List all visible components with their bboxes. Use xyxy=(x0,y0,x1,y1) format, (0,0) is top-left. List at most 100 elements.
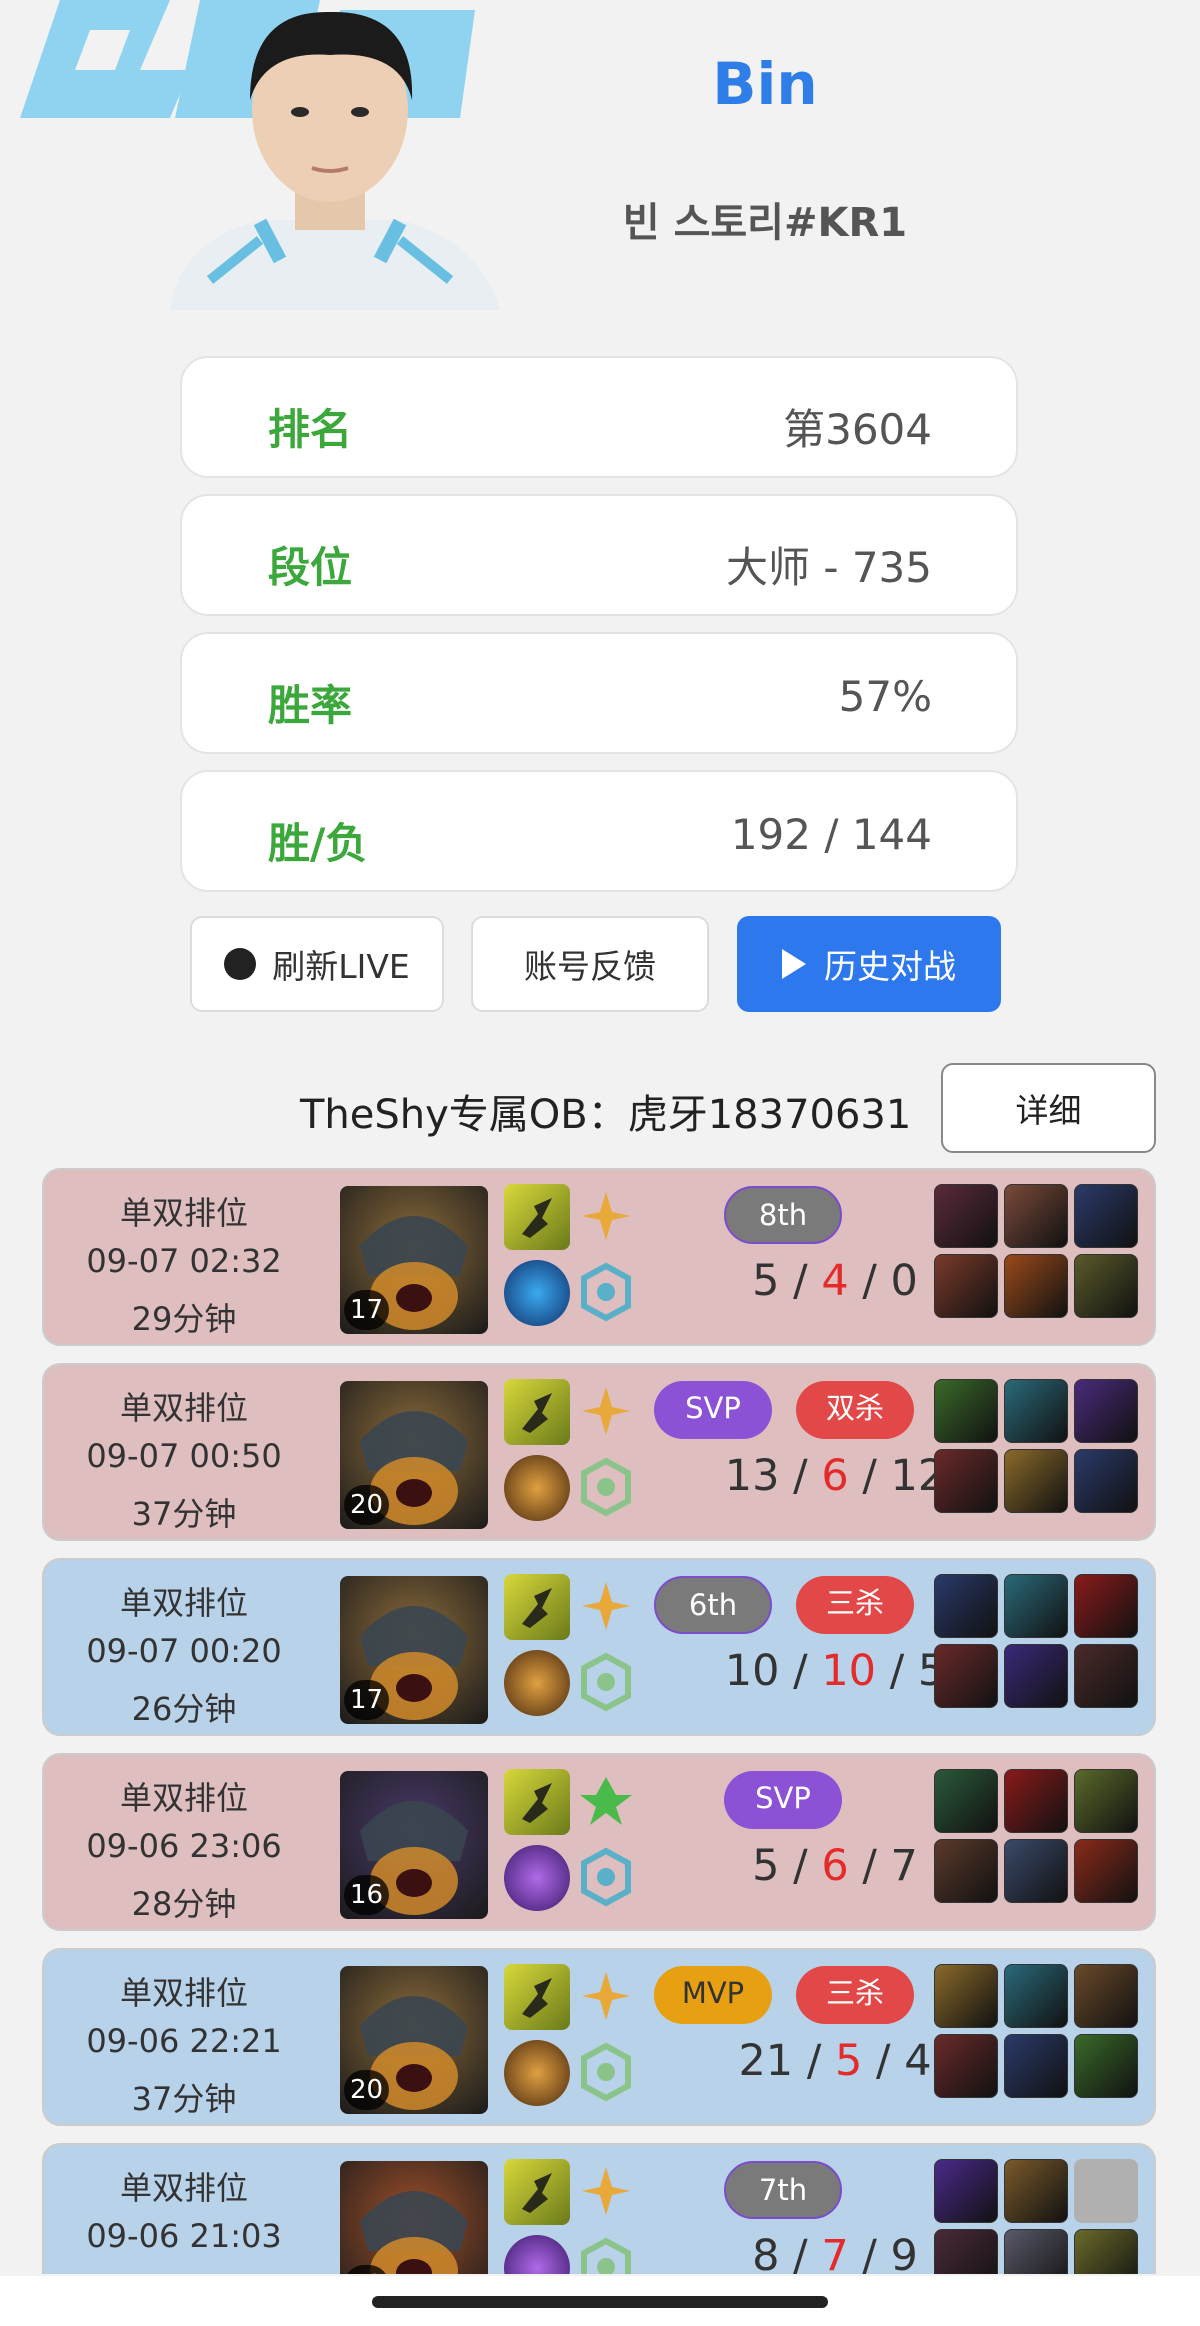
item-icon xyxy=(1004,1839,1068,1903)
match-card[interactable]: 单双排位 09-06 23:06 28分钟 16 SVP 5 / 6 / 7 xyxy=(42,1753,1156,1931)
secondary-spell-icon xyxy=(504,1650,570,1716)
stat-label: 排名 xyxy=(268,405,353,454)
item-icon xyxy=(934,1839,998,1903)
multikill-badge: 双杀 xyxy=(796,1381,914,1439)
match-duration: 26分钟 xyxy=(131,1690,237,1728)
item-icon xyxy=(1004,1644,1068,1708)
match-history-button[interactable]: 历史对战 xyxy=(737,916,1001,1012)
account-feedback-label: 账号反馈 xyxy=(524,947,656,986)
flash-spell-icon xyxy=(504,1574,570,1640)
keystone-rune-icon xyxy=(576,1186,636,1246)
stat-value: 大师 - 735 xyxy=(725,543,932,592)
player-name: Bin xyxy=(712,50,818,118)
flash-spell-icon xyxy=(504,2159,570,2225)
flash-spell-icon xyxy=(504,1184,570,1250)
match-date: 09-06 21:03 xyxy=(86,2217,282,2255)
item-icon xyxy=(1074,1769,1138,1833)
champion-portrait[interactable]: 20 xyxy=(340,1381,488,1529)
flash-spell-icon xyxy=(504,1964,570,2030)
refresh-live-button[interactable]: 刷新LIVE xyxy=(190,916,444,1012)
match-card[interactable]: 单双排位 09-07 00:20 26分钟 17 6th 三杀 10 / 10 / 5 xyxy=(42,1558,1156,1736)
match-mode: 单双排位 xyxy=(119,1974,248,2012)
match-history-label: 历史对战 xyxy=(824,947,956,986)
multikill-badge: 三杀 xyxy=(796,1576,914,1634)
refresh-live-label: 刷新LIVE xyxy=(272,947,410,986)
item-icon xyxy=(934,1184,998,1248)
secondary-spell-icon xyxy=(504,1845,570,1911)
kills-value: 10 xyxy=(724,1646,780,1696)
item-icon xyxy=(1074,1379,1138,1443)
item-icon xyxy=(1004,1184,1068,1248)
account-feedback-button[interactable]: 账号反馈 xyxy=(471,916,709,1012)
player-photo xyxy=(150,0,510,310)
home-indicator[interactable] xyxy=(372,2296,828,2308)
stat-label: 段位 xyxy=(268,543,353,592)
assists-value: 7 xyxy=(890,1841,918,1891)
keystone-rune-icon xyxy=(576,1966,636,2026)
match-card[interactable]: 单双排位 09-07 00:50 37分钟 20 SVP 双杀 13 / 6 / 12 xyxy=(42,1363,1156,1541)
secondary-rune-icon xyxy=(576,1457,636,1517)
match-mode: 单双排位 xyxy=(119,1389,248,1427)
item-icon xyxy=(1074,2229,1138,2274)
detail-button[interactable]: 详细 xyxy=(941,1063,1156,1153)
kills-value: 5 xyxy=(752,1841,780,1891)
play-icon xyxy=(782,949,806,979)
kills-value: 13 xyxy=(724,1451,780,1501)
secondary-rune-icon xyxy=(576,2237,636,2274)
kills-value: 5 xyxy=(752,1256,780,1306)
match-date: 09-07 02:32 xyxy=(86,1242,282,1280)
performance-badge: 8th xyxy=(724,1186,842,1244)
stat-row-winloss: 胜/负 192 / 144 xyxy=(180,770,1018,892)
stat-label: 胜率 xyxy=(268,681,353,730)
match-date: 09-06 23:06 xyxy=(86,1827,282,1865)
secondary-spell-icon xyxy=(504,1455,570,1521)
stat-row-tier: 段位 大师 - 735 xyxy=(180,494,1018,616)
item-icon xyxy=(1074,1449,1138,1513)
match-duration: 29分钟 xyxy=(131,1300,237,1338)
item-icon xyxy=(1074,1184,1138,1248)
deaths-value: 4 xyxy=(821,1256,849,1306)
assists-value: 0 xyxy=(890,1256,918,1306)
match-card[interactable]: 单双排位09-06 21:03187th8 / 7 / 9 xyxy=(42,2143,1156,2274)
stat-value: 第3604 xyxy=(783,405,932,454)
assists-value: 4 xyxy=(904,2036,932,2086)
keystone-rune-icon xyxy=(576,1576,636,1636)
champion-portrait[interactable]: 20 xyxy=(340,1966,488,2114)
item-icon xyxy=(1074,2034,1138,2098)
champion-level: 17 xyxy=(344,1680,390,1720)
secondary-spell-icon xyxy=(504,1260,570,1326)
match-card[interactable]: 单双排位 09-07 02:32 29分钟 17 8th 5 / 4 / 0 xyxy=(42,1168,1156,1346)
match-mode: 单双排位 xyxy=(119,2169,248,2207)
deaths-value: 10 xyxy=(821,1646,877,1696)
stat-value: 192 / 144 xyxy=(730,810,932,859)
champion-portrait[interactable]: 16 xyxy=(340,1771,488,1919)
ob-info-text: TheShy专属OB：虎牙18370631 xyxy=(300,1092,912,1138)
match-duration: 28分钟 xyxy=(131,1885,237,1923)
match-date: 09-07 00:20 xyxy=(86,1632,282,1670)
stat-label: 胜/负 xyxy=(268,819,368,868)
deaths-value: 6 xyxy=(821,1451,849,1501)
multikill-badge: 三杀 xyxy=(796,1966,914,2024)
match-mode: 单双排位 xyxy=(119,1584,248,1622)
keystone-rune-icon xyxy=(576,1381,636,1441)
champion-level: 20 xyxy=(344,2070,390,2110)
champion-portrait[interactable]: 18 xyxy=(340,2161,488,2274)
stat-value: 57% xyxy=(838,672,932,721)
item-icon xyxy=(934,2159,998,2223)
stat-row-winrate: 胜率 57% xyxy=(180,632,1018,754)
secondary-rune-icon xyxy=(576,1847,636,1907)
champion-level: 20 xyxy=(344,1485,390,1525)
secondary-rune-icon xyxy=(576,1262,636,1322)
secondary-spell-icon xyxy=(504,2040,570,2106)
match-mode: 单双排位 xyxy=(119,1779,248,1817)
item-icon xyxy=(1004,2034,1068,2098)
item-icon xyxy=(1004,1769,1068,1833)
champion-level: 17 xyxy=(344,1290,390,1330)
live-dot-icon xyxy=(224,948,257,980)
match-card[interactable]: 单双排位 09-06 22:21 37分钟 20 MVP 三杀 21 / 5 / 4 xyxy=(42,1948,1156,2126)
champion-portrait[interactable]: 17 xyxy=(340,1576,488,1724)
item-icon xyxy=(934,2034,998,2098)
item-icon xyxy=(1074,1644,1138,1708)
detail-label: 详细 xyxy=(1015,1091,1082,1130)
champion-portrait[interactable]: 17 xyxy=(340,1186,488,1334)
